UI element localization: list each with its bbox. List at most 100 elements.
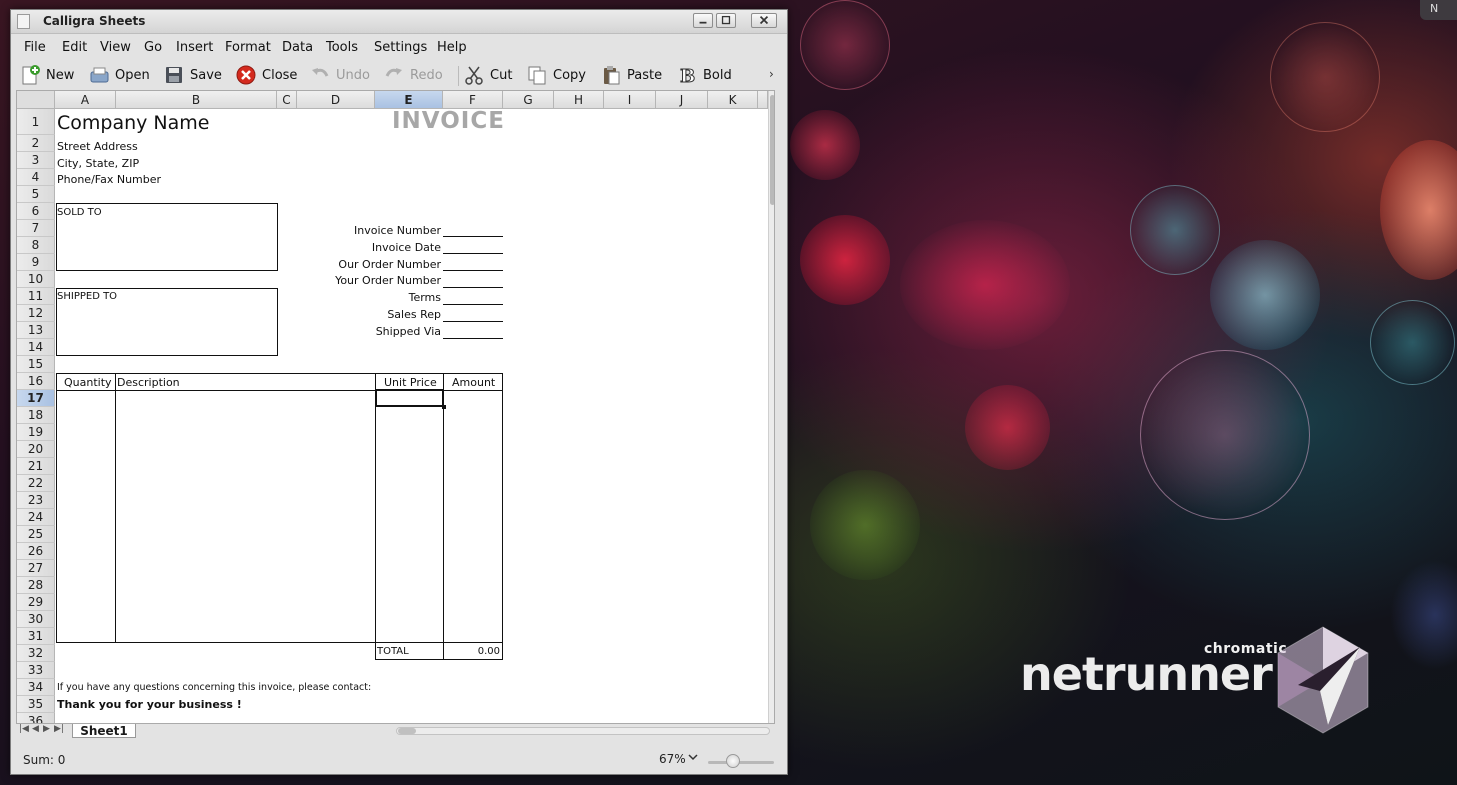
copy-button[interactable]: Copy <box>526 63 586 87</box>
paste-button[interactable]: Paste <box>600 63 662 87</box>
row-header[interactable]: 27 <box>17 560 55 577</box>
column-header-d[interactable]: D <box>297 91 375 109</box>
your-order-number-field[interactable] <box>443 287 503 288</box>
open-button[interactable]: Open <box>88 63 150 87</box>
menu-settings[interactable]: Settings <box>374 40 427 55</box>
menu-file[interactable]: File <box>24 40 46 55</box>
column-header-g[interactable]: G <box>503 91 554 109</box>
save-button[interactable]: Save <box>163 63 222 87</box>
zoom-level[interactable]: 67% <box>659 752 686 766</box>
row-header[interactable]: 23 <box>17 492 55 509</box>
row-header[interactable]: 8 <box>17 237 55 254</box>
terms-field[interactable] <box>443 304 503 305</box>
row-header[interactable]: 22 <box>17 475 55 492</box>
invoice-number-field[interactable] <box>443 236 503 237</box>
row-header[interactable]: 9 <box>17 254 55 271</box>
row-header-active[interactable]: 17 <box>17 390 55 407</box>
column-header-j[interactable]: J <box>656 91 708 109</box>
row-header[interactable]: 3 <box>17 152 55 169</box>
row-header[interactable]: 1 <box>17 109 55 135</box>
menu-format[interactable]: Format <box>225 40 271 55</box>
row-header[interactable]: 24 <box>17 509 55 526</box>
last-sheet-arrow-icon[interactable]: ▶| <box>54 724 64 734</box>
row-header[interactable]: 30 <box>17 611 55 628</box>
contact-note-cell[interactable]: If you have any questions concerning thi… <box>57 682 371 693</box>
row-header[interactable]: 12 <box>17 305 55 322</box>
menu-data[interactable]: Data <box>282 40 313 55</box>
horizontal-scrollbar[interactable] <box>396 727 770 735</box>
column-header-h[interactable]: H <box>554 91 604 109</box>
selected-cell-e17[interactable] <box>375 389 444 407</box>
zoom-slider-handle[interactable] <box>726 754 740 768</box>
row-header[interactable]: 35 <box>17 696 55 713</box>
bold-button[interactable]: B Bold <box>676 63 732 87</box>
row-header[interactable]: 16 <box>17 373 55 390</box>
menu-help[interactable]: Help <box>437 40 467 55</box>
menu-tools[interactable]: Tools <box>326 40 358 55</box>
shipped-via-field[interactable] <box>443 338 503 339</box>
column-header-f[interactable]: F <box>443 91 503 109</box>
redo-button[interactable]: Redo <box>383 63 443 87</box>
row-header[interactable]: 15 <box>17 356 55 373</box>
previous-sheet-arrow-icon[interactable]: ◀ <box>32 724 39 734</box>
select-all-corner[interactable] <box>17 91 55 109</box>
first-sheet-arrow-icon[interactable]: |◀ <box>19 724 29 734</box>
row-header[interactable]: 32 <box>17 645 55 662</box>
city-state-zip-cell[interactable]: City, State, ZIP <box>57 157 139 170</box>
next-sheet-arrow-icon[interactable]: ▶ <box>43 724 50 734</box>
row-header[interactable]: 21 <box>17 458 55 475</box>
column-header-i[interactable]: I <box>604 91 656 109</box>
menu-view[interactable]: View <box>100 40 131 55</box>
row-header[interactable]: 14 <box>17 339 55 356</box>
toolbar-overflow-chevron-icon[interactable]: › <box>769 67 774 81</box>
row-header[interactable]: 6 <box>17 203 55 220</box>
row-header[interactable]: 20 <box>17 441 55 458</box>
sheet1-tab[interactable]: Sheet1 <box>72 724 136 738</box>
row-header[interactable]: 33 <box>17 662 55 679</box>
thanks-cell[interactable]: Thank you for your business ! <box>57 698 242 711</box>
horizontal-scrollbar-thumb[interactable] <box>398 728 416 734</box>
invoice-title-cell[interactable]: INVOICE <box>392 108 505 134</box>
row-header[interactable]: 26 <box>17 543 55 560</box>
maximize-button[interactable] <box>716 13 736 28</box>
row-header[interactable]: 28 <box>17 577 55 594</box>
row-header[interactable]: 36 <box>17 713 55 723</box>
column-header-c[interactable]: C <box>277 91 297 109</box>
column-header-a[interactable]: A <box>55 91 116 109</box>
row-header[interactable]: 18 <box>17 407 55 424</box>
new-button[interactable]: New <box>19 63 74 87</box>
invoice-date-field[interactable] <box>443 253 503 254</box>
row-header[interactable]: 13 <box>17 322 55 339</box>
sales-rep-field[interactable] <box>443 321 503 322</box>
row-header[interactable]: 34 <box>17 679 55 696</box>
amount-column[interactable] <box>443 373 503 643</box>
row-header[interactable]: 25 <box>17 526 55 543</box>
zoom-dropdown-chevron-icon[interactable] <box>687 751 699 763</box>
row-header[interactable]: 10 <box>17 271 55 288</box>
column-header-e[interactable]: E <box>375 91 443 109</box>
phone-fax-cell[interactable]: Phone/Fax Number <box>57 173 161 186</box>
row-header[interactable]: 29 <box>17 594 55 611</box>
zoom-slider[interactable] <box>708 761 774 764</box>
quantity-column[interactable] <box>56 373 116 643</box>
column-header-k[interactable]: K <box>708 91 758 109</box>
menu-edit[interactable]: Edit <box>62 40 87 55</box>
cut-button[interactable]: Cut <box>463 63 512 87</box>
vertical-scrollbar[interactable] <box>768 91 774 723</box>
row-header[interactable]: 2 <box>17 135 55 152</box>
row-header[interactable]: 11 <box>17 288 55 305</box>
desktop-corner-widget[interactable]: Ν <box>1420 0 1457 20</box>
our-order-number-field[interactable] <box>443 270 503 271</box>
vertical-scrollbar-thumb[interactable] <box>770 95 774 205</box>
unit-price-column[interactable] <box>375 373 444 643</box>
undo-button[interactable]: Undo <box>309 63 370 87</box>
spreadsheet-grid[interactable]: A B C D E F G H I J K 1 2 3 4 5 6 7 8 9 … <box>16 90 775 724</box>
street-address-cell[interactable]: Street Address <box>57 140 138 153</box>
close-window-button[interactable] <box>751 13 777 28</box>
row-header[interactable]: 19 <box>17 424 55 441</box>
minimize-button[interactable] <box>693 13 713 28</box>
window-titlebar[interactable]: Calligra Sheets <box>11 10 787 34</box>
menu-insert[interactable]: Insert <box>176 40 213 55</box>
row-header[interactable]: 5 <box>17 186 55 203</box>
row-header[interactable]: 31 <box>17 628 55 645</box>
